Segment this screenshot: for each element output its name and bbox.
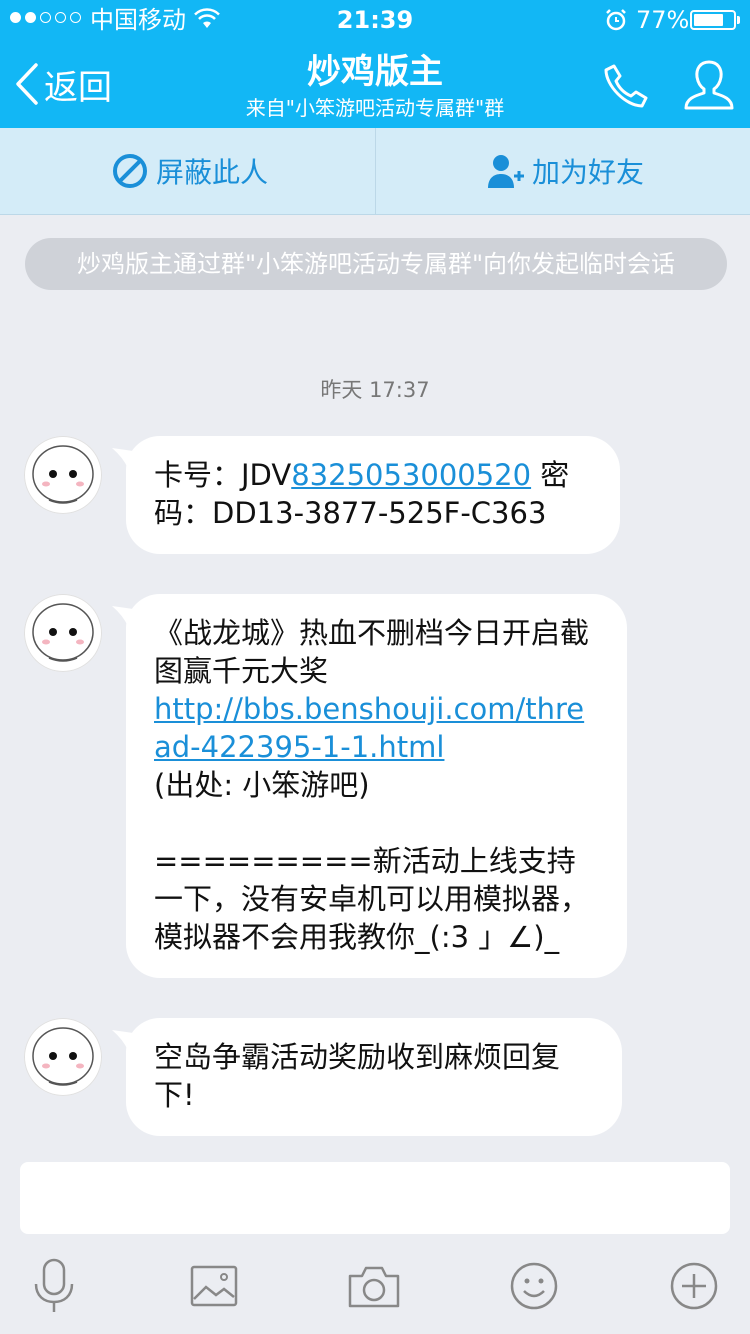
plus-icon bbox=[670, 1262, 718, 1310]
message-bubble: 卡号：JDV8325053000520 密码：DD13-3877-525F-C3… bbox=[126, 436, 620, 554]
emoji-button[interactable] bbox=[504, 1256, 564, 1316]
avatar-face-icon bbox=[32, 603, 94, 662]
avatar[interactable] bbox=[24, 1018, 102, 1096]
message-input[interactable] bbox=[20, 1162, 730, 1234]
battery-icon bbox=[690, 10, 736, 30]
message-link[interactable]: http://bbs.benshouji.com/thread-422395-1… bbox=[154, 690, 599, 766]
message-link[interactable]: 8325053000520 bbox=[291, 458, 531, 492]
block-label: 屏蔽此人 bbox=[156, 156, 269, 189]
avatar[interactable] bbox=[24, 594, 102, 672]
emoji-icon bbox=[510, 1262, 558, 1310]
image-icon bbox=[190, 1265, 238, 1307]
message-timestamp: 昨天 17:37 bbox=[320, 378, 430, 402]
microphone-icon bbox=[34, 1258, 74, 1312]
header: 中国移动 21:39 77% 返回 炒鸡版主 来自"小笨游吧活动专属群"群 bbox=[0, 0, 750, 128]
avatar-face-icon bbox=[32, 1027, 94, 1086]
add-friend-button[interactable]: 加为好友 bbox=[486, 128, 644, 214]
avatar-face-icon bbox=[32, 445, 94, 504]
add-friend-icon bbox=[488, 155, 524, 188]
block-user-button[interactable]: 屏蔽此人 bbox=[112, 128, 268, 214]
status-bar: 中国移动 21:39 77% bbox=[0, 0, 750, 40]
camera-icon bbox=[348, 1266, 400, 1308]
message-text: 《战龙城》热血不删档今日开启截图赢千元大奖 bbox=[154, 616, 590, 688]
more-button[interactable] bbox=[664, 1256, 724, 1316]
message-text: 空岛争霸活动奖励收到麻烦回复下! bbox=[154, 1040, 561, 1112]
message-text: =========新活动上线支持一下，没有安卓机可以用模拟器，模拟器不会用我教你… bbox=[154, 844, 590, 954]
voice-button[interactable] bbox=[24, 1256, 84, 1316]
message-text: 卡号：JDV bbox=[154, 458, 292, 492]
battery-percent: 77% bbox=[636, 6, 690, 34]
message-source: (出处: 小笨游吧) bbox=[154, 768, 370, 802]
message-bubble: 空岛争霸活动奖励收到麻烦回复下! bbox=[126, 1018, 622, 1136]
message-bubble: 《战龙城》热血不删档今日开启截图赢千元大奖 http://bbs.benshou… bbox=[126, 594, 627, 978]
block-icon bbox=[113, 154, 147, 188]
phone-icon[interactable] bbox=[600, 60, 652, 112]
input-toolbar bbox=[0, 1240, 750, 1334]
action-bar: 屏蔽此人 加为好友 bbox=[0, 128, 750, 215]
profile-icon[interactable] bbox=[680, 56, 738, 114]
add-friend-label: 加为好友 bbox=[532, 156, 645, 189]
avatar[interactable] bbox=[24, 436, 102, 514]
camera-button[interactable] bbox=[344, 1256, 404, 1316]
image-button[interactable] bbox=[184, 1256, 244, 1316]
alarm-icon bbox=[606, 9, 626, 31]
system-notice: 炒鸡版主通过群"小笨游吧活动专属群"向你发起临时会话 bbox=[25, 238, 727, 290]
action-divider bbox=[375, 128, 376, 214]
